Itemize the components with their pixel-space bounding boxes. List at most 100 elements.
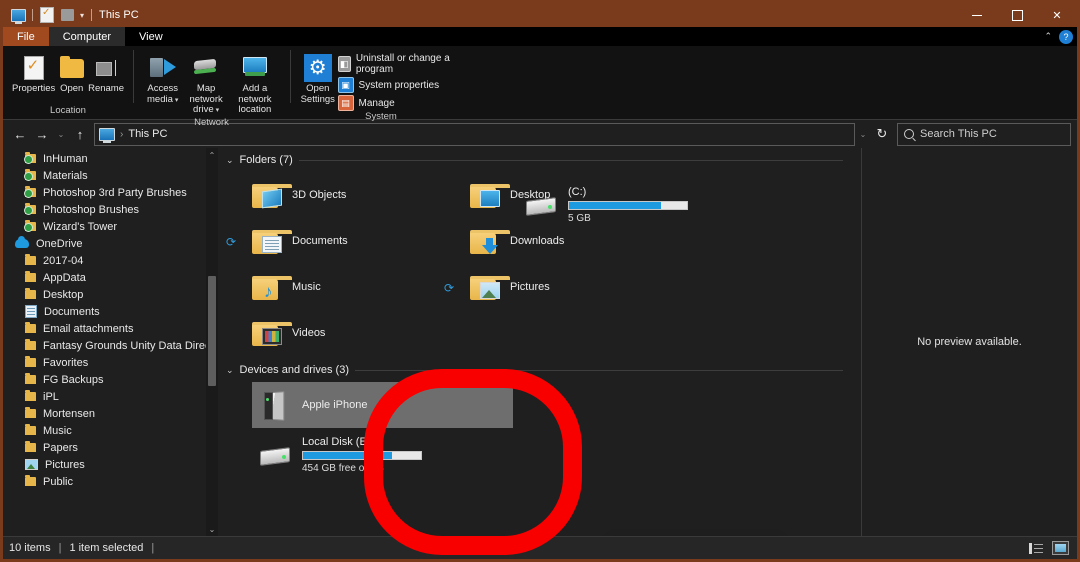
tab-file[interactable]: File	[3, 27, 49, 46]
details-view-icon[interactable]	[1029, 542, 1043, 554]
ribbon-tab-strip: File Computer View ⌃ ?	[3, 27, 1077, 46]
file-list-pane: ⌄ Folders (7) 3D Objects Desktop ⟳ Document…	[218, 148, 861, 536]
sidebar-item-fantasy-grounds-unity-data-directory[interactable]: Fantasy Grounds Unity Data Directory	[3, 337, 218, 354]
sidebar-item-photoshop-brushes[interactable]: Photoshop Brushes	[3, 201, 218, 218]
folder-sync-icon	[24, 203, 36, 215]
address-bar-actions: ⌄ ↻	[855, 123, 893, 145]
minimize-button[interactable]	[957, 3, 997, 27]
recent-locations-button[interactable]: ⌄	[53, 123, 69, 145]
sidebar-item-desktop[interactable]: Desktop	[3, 286, 218, 303]
drive-row[interactable]: Local Disk (E:) 454 GB free of 1.8	[252, 432, 513, 478]
sidebar-item-papers[interactable]: Papers	[3, 439, 218, 456]
ribbon-map-network-drive-button[interactable]: Map network drive ▾	[184, 51, 227, 117]
folder-tile[interactable]: ⟳ Documents	[226, 218, 470, 264]
scrollbar-thumb[interactable]	[208, 276, 216, 386]
properties-icon[interactable]	[37, 4, 57, 26]
close-button[interactable]: ✕	[1037, 3, 1077, 27]
tab-view[interactable]: View	[125, 27, 177, 46]
sidebar-item-wizard-s-tower[interactable]: Wizard's Tower	[3, 218, 218, 235]
this-pc-icon[interactable]	[8, 4, 28, 26]
chevron-down-icon[interactable]: ▾	[77, 11, 87, 20]
maximize-button[interactable]	[997, 3, 1037, 27]
ribbon-button-label: System properties	[358, 79, 440, 91]
drives-group-header[interactable]: ⌄ Devices and drives (3)	[218, 356, 861, 376]
sidebar-item-inhuman[interactable]: InHuman	[3, 150, 218, 167]
sidebar-item-mortensen[interactable]: Mortensen	[3, 405, 218, 422]
ribbon-system-small-buttons: ◧ Uninstall or change a program ▣ System…	[337, 51, 464, 111]
back-button[interactable]: ←	[9, 123, 31, 145]
sidebar-item-documents[interactable]: Documents	[3, 303, 218, 320]
preview-pane: No preview available.	[861, 148, 1077, 536]
navigation-pane: InHuman Materials Photoshop 3rd Party Brus…	[3, 148, 218, 536]
folder-tile[interactable]: ⟳ Pictures	[444, 264, 688, 310]
folder-tile[interactable]: Videos	[252, 310, 470, 356]
sidebar-item-photoshop-3rd-party-brushes[interactable]: Photoshop 3rd Party Brushes	[3, 184, 218, 201]
chevron-down-icon[interactable]: ▾	[175, 97, 179, 104]
sidebar-item-materials[interactable]: Materials	[3, 167, 218, 184]
sidebar-item-public[interactable]: Public	[3, 473, 218, 490]
chevron-down-icon[interactable]: ⌄	[226, 365, 234, 376]
help-icon[interactable]: ?	[1059, 29, 1073, 44]
large-icons-view-icon[interactable]	[1052, 541, 1069, 555]
folder-icon	[25, 441, 36, 452]
history-dropdown-icon[interactable]: ⌄	[855, 123, 871, 145]
sidebar-item-fg-backups[interactable]: FG Backups	[3, 371, 218, 388]
sidebar-item-email-attachments[interactable]: Email attachments	[3, 320, 218, 337]
scroll-down-icon[interactable]: ⌄	[206, 522, 218, 536]
ribbon-button-label: Properties	[12, 83, 56, 94]
ribbon-properties-button[interactable]: Properties	[11, 51, 56, 95]
refresh-icon[interactable]: ↻	[871, 123, 893, 145]
access-media-icon	[149, 53, 176, 83]
ribbon-uninstall-button[interactable]: ◧ Uninstall or change a program	[337, 53, 464, 75]
ribbon-group-label: Network	[194, 116, 229, 128]
ribbon-rename-button[interactable]: Rename	[87, 51, 125, 95]
drive-row[interactable]: (C:) 5 GB	[518, 182, 779, 228]
folder-downloads-icon	[470, 228, 510, 254]
up-button[interactable]: ↑	[69, 123, 91, 145]
folders-group-header[interactable]: ⌄ Folders (7)	[218, 148, 861, 166]
group-title: Devices and drives (3)	[239, 364, 349, 376]
local-disk-icon	[258, 441, 292, 469]
folder-tile-label: Videos	[292, 327, 326, 339]
ribbon-add-network-location-button[interactable]: Add a network location	[228, 51, 282, 116]
ribbon-manage-button[interactable]: ▤ Manage	[337, 95, 464, 111]
divider	[91, 9, 93, 21]
capacity-bar	[568, 201, 688, 210]
folder-icon[interactable]	[57, 4, 77, 26]
forward-button[interactable]: →	[31, 123, 53, 145]
navigation-scrollbar[interactable]: ⌃ ⌄	[206, 148, 218, 536]
chevron-down-icon[interactable]: ▾	[216, 107, 220, 114]
tab-computer[interactable]: Computer	[48, 27, 126, 46]
drive-row[interactable]: Apple iPhone	[252, 382, 513, 428]
sidebar-item-2017-04[interactable]: 2017-04	[3, 252, 218, 269]
folder-documents-icon	[252, 228, 292, 254]
sidebar-item-onedrive[interactable]: OneDrive	[3, 235, 218, 252]
drive-label: Apple iPhone	[302, 399, 368, 411]
drives-list: Apple iPhone (C:) 5 GB Local Disk (E:) 454 G…	[218, 186, 861, 478]
collapse-ribbon-icon[interactable]: ⌃	[1044, 31, 1052, 42]
label-text: Access media	[147, 83, 179, 105]
sidebar-item-appdata[interactable]: AppData	[3, 269, 218, 286]
free-space-label: 454 GB free of 1.8	[302, 463, 384, 474]
sidebar-item-pictures[interactable]: Pictures	[3, 456, 218, 473]
ribbon-system-properties-button[interactable]: ▣ System properties	[337, 77, 464, 93]
sidebar-item-favorites[interactable]: Favorites	[3, 354, 218, 371]
ribbon-open-button[interactable]: Open	[56, 51, 87, 95]
navigation-list: InHuman Materials Photoshop 3rd Party Brus…	[3, 148, 218, 490]
sync-status-icon: ⟳	[226, 235, 237, 249]
capacity-bar	[302, 451, 422, 460]
folder-tile[interactable]: ♪ Music	[252, 264, 470, 310]
sidebar-item-music[interactable]: Music	[3, 422, 218, 439]
scroll-up-icon[interactable]: ⌃	[206, 148, 218, 162]
sidebar-item-ipl[interactable]: iPL	[3, 388, 218, 405]
drive-info: Local Disk (E:) 454 GB free of 1.8	[302, 436, 422, 474]
preview-message: No preview available.	[917, 336, 1022, 348]
search-input[interactable]: Search This PC	[897, 122, 1071, 146]
folder-tile[interactable]: 3D Objects	[252, 172, 470, 218]
folder-icon	[25, 373, 36, 384]
ribbon-open-settings-button[interactable]: ⚙ Open Settings	[298, 51, 338, 105]
chevron-down-icon[interactable]: ⌄	[226, 155, 234, 166]
ribbon-access-media-button[interactable]: Access media ▾	[141, 51, 184, 106]
sidebar-item-label: 2017-04	[43, 254, 84, 267]
ribbon-button-label: Open	[60, 83, 84, 94]
